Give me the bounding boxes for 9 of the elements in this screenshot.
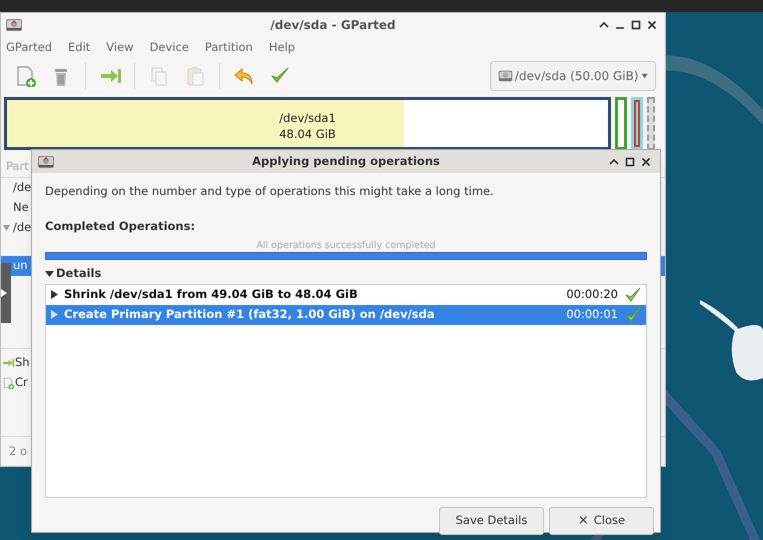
status-text: 2 o bbox=[9, 442, 28, 460]
operation-item: Cr bbox=[15, 374, 28, 392]
progress-label: All operations successfully completed bbox=[255, 240, 437, 252]
operation-item: Sh bbox=[15, 354, 30, 372]
message-text: Depending on the number and type of operations this might take a long time. bbox=[45, 184, 495, 199]
partition-label: /dev/sda1 bbox=[279, 110, 336, 126]
window-title: /dev/sda - GParted bbox=[269, 17, 397, 34]
completed-label: Completed Operations: bbox=[45, 218, 196, 235]
partition-size: 48.04 GiB bbox=[279, 126, 336, 142]
